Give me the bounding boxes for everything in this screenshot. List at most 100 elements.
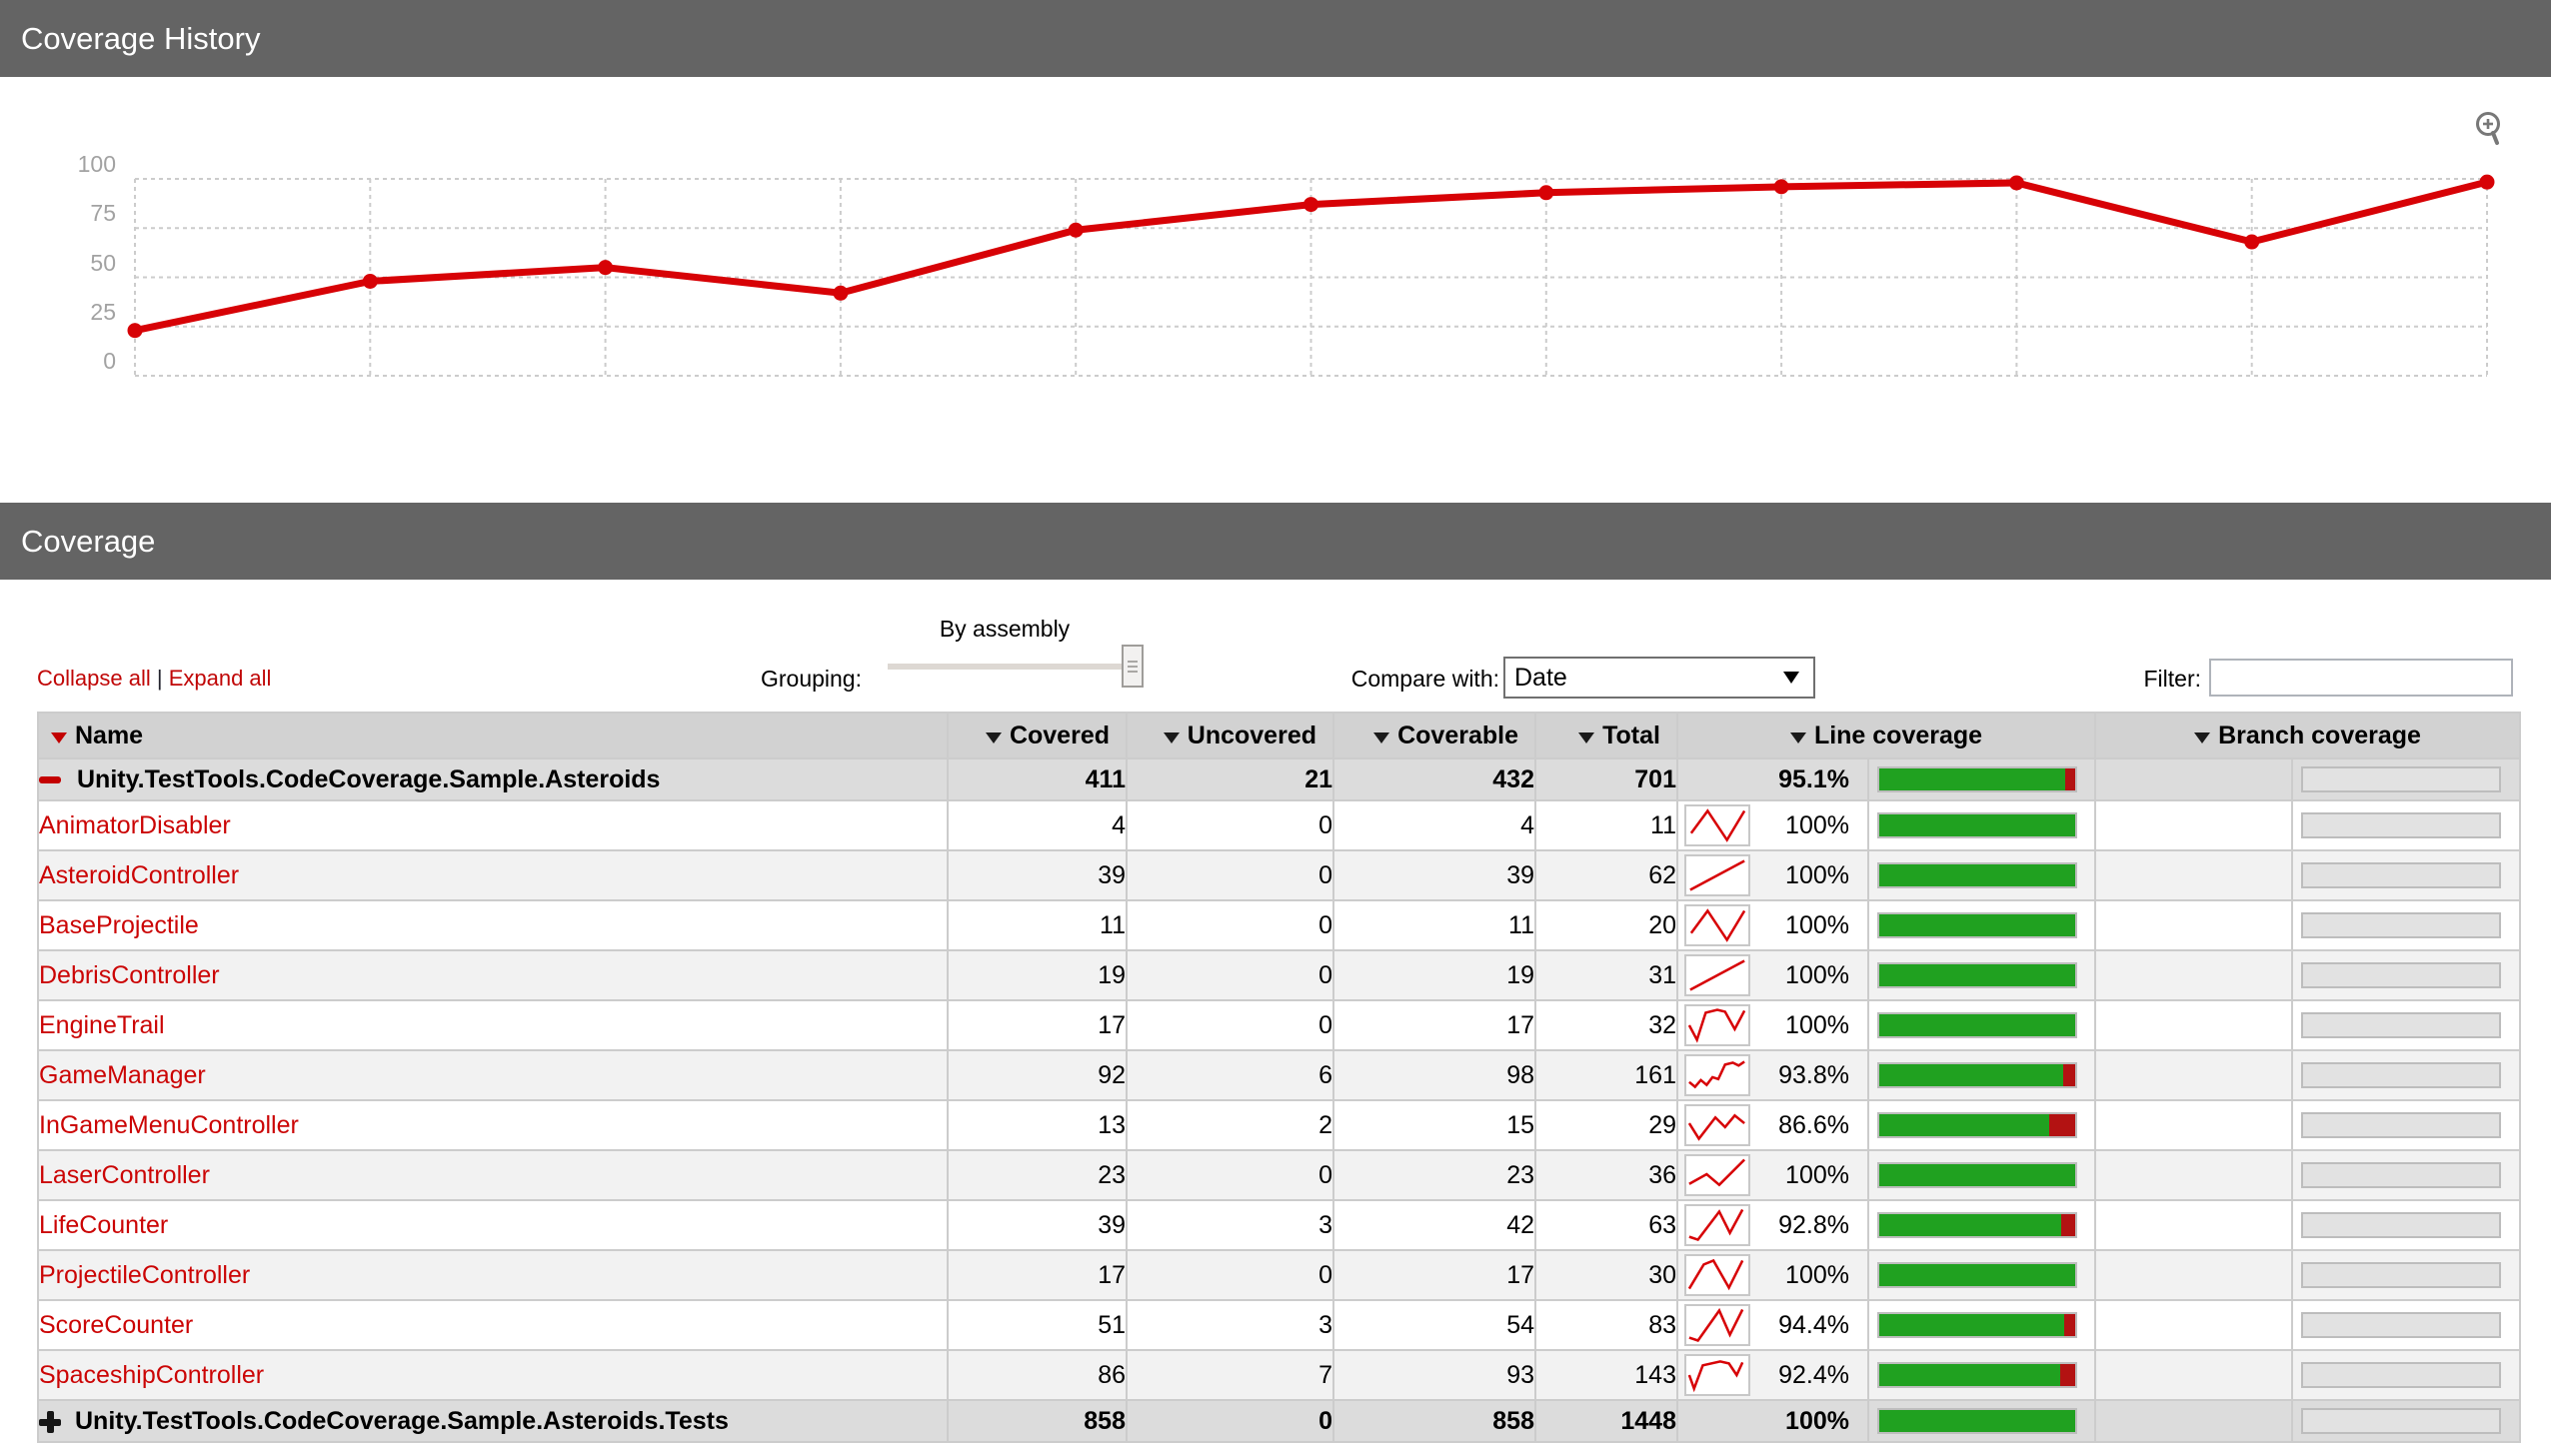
grouping-slider-track[interactable] <box>888 664 1124 670</box>
column-header-label: Branch coverage <box>2218 721 2421 749</box>
history-section-title: Coverage History <box>21 20 261 56</box>
class-name-link[interactable]: LaserController <box>40 1161 210 1189</box>
line-coverage-bar-cell <box>1866 1149 2097 1201</box>
branch-coverage-bar-cell <box>2291 799 2522 851</box>
column-header-coverable[interactable]: Coverable <box>1332 712 1536 759</box>
uncovered-cell: 0 <box>1126 849 1334 901</box>
branch-coverage-percent-cell <box>2094 999 2294 1051</box>
compare-with-selected-value: Date <box>1514 663 1567 692</box>
assembly-name: Unity.TestTools.CodeCoverage.Sample.Aste… <box>77 764 661 793</box>
class-name-link[interactable]: ProjectileController <box>40 1261 250 1289</box>
sort-arrow-icon <box>1163 731 1180 743</box>
branch-coverage-bar-cell <box>2291 1249 2522 1301</box>
covered-cell: 11 <box>947 899 1128 951</box>
line-coverage-percent: 95.1% <box>1778 764 1849 793</box>
select-dropdown-arrow-icon <box>1783 672 1799 684</box>
line-coverage-percent: 100% <box>1785 960 1849 989</box>
total-cell: 143 <box>1534 1349 1678 1401</box>
grouping-label: Grouping: <box>760 666 862 692</box>
uncovered-cell: 2 <box>1126 1099 1334 1151</box>
branch-coverage-bar-cell <box>2291 1149 2522 1201</box>
class-name-link[interactable]: ScoreCounter <box>40 1311 193 1339</box>
uncovered-cell: 0 <box>1126 949 1334 1001</box>
class-name-link[interactable]: GameManager <box>40 1061 206 1089</box>
class-name-link[interactable]: InGameMenuController <box>40 1111 299 1139</box>
branch-coverage-bar <box>2301 1408 2502 1434</box>
compare-with-label: Compare with: <box>1350 666 1499 692</box>
coverable-cell: 19 <box>1332 949 1536 1001</box>
coverable-cell: 17 <box>1332 999 1536 1051</box>
column-header-name[interactable]: Name <box>37 712 949 759</box>
coverable-cell: 4 <box>1332 799 1536 851</box>
branch-coverage-percent-cell <box>2094 849 2294 901</box>
uncovered-cell: 0 <box>1126 1249 1334 1301</box>
compare-with-select[interactable]: Date <box>1503 657 1815 699</box>
line-coverage-percent-cell: 100% <box>1676 999 1869 1051</box>
name-cell: SpaceshipController <box>37 1349 949 1401</box>
sort-arrow-icon <box>985 731 1002 743</box>
line-coverage-bar <box>1877 1012 2077 1038</box>
line-coverage-percent: 93.8% <box>1778 1060 1849 1089</box>
line-coverage-percent-cell: 93.8% <box>1676 1049 1869 1101</box>
covered-cell: 39 <box>947 849 1128 901</box>
column-header-label: Coverable <box>1397 721 1518 749</box>
coverage-trend-sparkline <box>1684 1004 1750 1046</box>
branch-coverage-bar <box>2301 1062 2502 1088</box>
class-row: AnimatorDisabler 4 0 4 11 100% <box>37 799 2522 851</box>
covered-cell: 17 <box>947 1249 1128 1301</box>
class-name-link[interactable]: LifeCounter <box>40 1211 168 1239</box>
line-coverage-percent-cell: 94.4% <box>1676 1299 1869 1351</box>
uncovered-cell: 0 <box>1126 1399 1334 1443</box>
branch-coverage-percent-cell <box>2094 899 2294 951</box>
collapse-minus-icon[interactable] <box>40 776 61 784</box>
class-name-link[interactable]: AsteroidController <box>40 861 239 889</box>
collapse-all-link[interactable]: Collapse all <box>37 666 151 691</box>
line-coverage-bar <box>1877 766 2077 792</box>
line-coverage-bar <box>1877 1162 2077 1188</box>
grouping-slider-handle[interactable] <box>1122 645 1144 688</box>
total-cell: 62 <box>1534 849 1678 901</box>
branch-coverage-percent-cell <box>2094 1349 2294 1401</box>
line-coverage-percent: 100% <box>1785 1406 1849 1435</box>
sort-arrow-icon <box>1578 731 1595 743</box>
column-header-uncovered[interactable]: Uncovered <box>1126 712 1334 759</box>
table-header-row: Name Covered Uncovered Coverable Total Line c… <box>37 712 2522 759</box>
uncovered-cell: 0 <box>1126 899 1334 951</box>
y-axis-tick-label: 50 <box>90 249 116 276</box>
coverable-cell: 858 <box>1332 1399 1536 1443</box>
coverage-trend-sparkline <box>1684 854 1750 896</box>
class-name-link[interactable]: AnimatorDisabler <box>40 811 231 839</box>
expand-plus-icon[interactable] <box>40 1410 61 1433</box>
column-header-covered[interactable]: Covered <box>947 712 1128 759</box>
line-coverage-bar-cell <box>1866 949 2097 1001</box>
line-coverage-bar-cell <box>1866 849 2097 901</box>
assembly-row: Unity.TestTools.CodeCoverage.Sample.Aste… <box>37 1399 2522 1443</box>
total-cell: 1448 <box>1534 1399 1678 1443</box>
line-coverage-percent-cell: 100% <box>1676 1149 1869 1201</box>
class-name-link[interactable]: SpaceshipController <box>40 1361 264 1389</box>
uncovered-cell: 6 <box>1126 1049 1334 1101</box>
class-row: EngineTrail 17 0 17 32 100% <box>37 999 2522 1051</box>
line-coverage-bar-cell <box>1866 1299 2097 1351</box>
class-row: ProjectileController 17 0 17 30 100% <box>37 1249 2522 1301</box>
expand-all-link[interactable]: Expand all <box>169 666 272 691</box>
column-header-branch-coverage[interactable]: Branch coverage <box>2094 712 2522 759</box>
branch-coverage-percent-cell <box>2094 1399 2294 1443</box>
line-coverage-bar <box>1877 1408 2077 1434</box>
line-coverage-percent: 94.4% <box>1778 1310 1849 1339</box>
filter-input[interactable] <box>2209 659 2513 697</box>
coverage-table: Name Covered Uncovered Coverable Total Line c… <box>37 712 2522 1443</box>
class-name-link[interactable]: BaseProjectile <box>40 911 199 939</box>
class-name-link[interactable]: EngineTrail <box>40 1011 165 1039</box>
column-header-total[interactable]: Total <box>1534 712 1678 759</box>
class-name-link[interactable]: DebrisController <box>40 961 220 989</box>
zoom-in-icon[interactable] <box>2473 110 2509 153</box>
class-row: AsteroidController 39 0 39 62 100% <box>37 849 2522 901</box>
branch-coverage-percent-cell <box>2094 1149 2294 1201</box>
branch-coverage-bar <box>2301 912 2502 938</box>
branch-coverage-bar-cell <box>2291 1399 2522 1443</box>
sort-arrow-icon <box>51 731 67 743</box>
coverage-trend-sparkline <box>1684 1304 1750 1346</box>
total-cell: 36 <box>1534 1149 1678 1201</box>
column-header-line-coverage[interactable]: Line coverage <box>1675 712 2097 759</box>
